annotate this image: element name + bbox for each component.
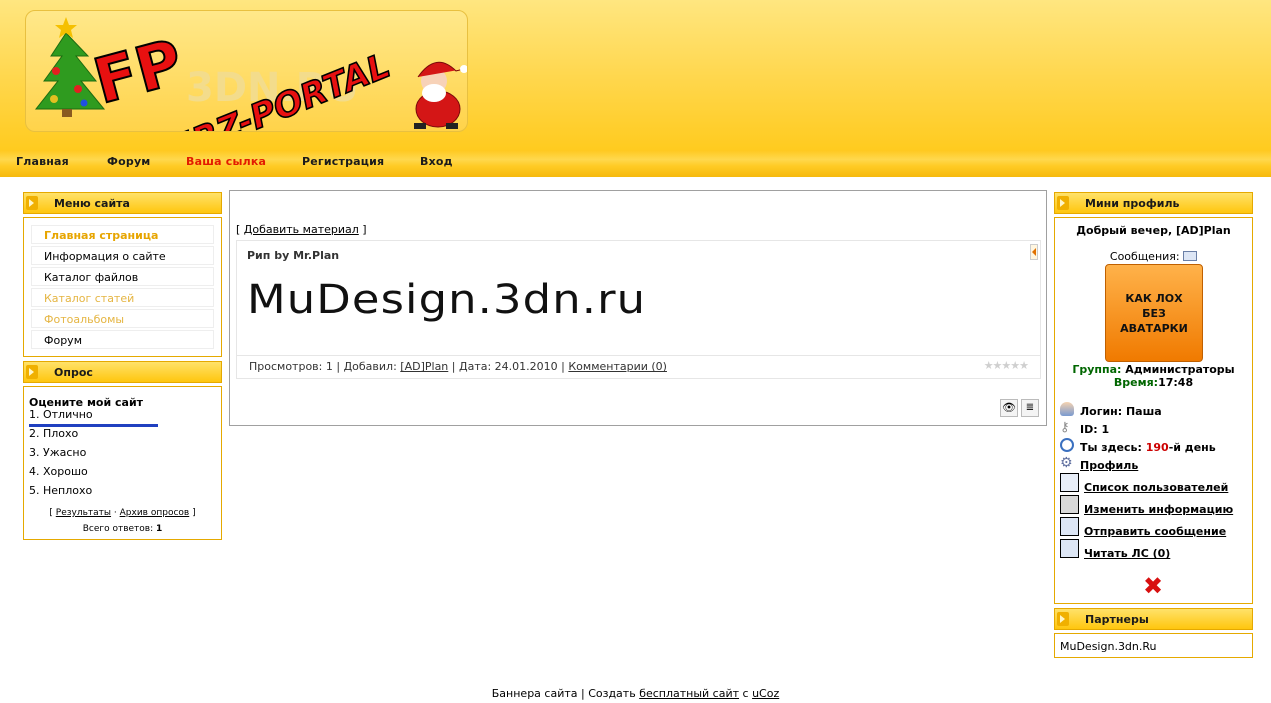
user-icon [1060, 402, 1074, 416]
users-list-link[interactable]: Список пользователей [1084, 481, 1228, 494]
poll-links: [ Результаты · Архив опросов ] [49, 508, 196, 518]
read-pm-link[interactable]: Читать ЛС (0) [1084, 547, 1170, 560]
nav-item-3[interactable]: Регистрация [302, 155, 384, 168]
poll-option: 3. Ужасно [29, 446, 87, 459]
footer: Баннера сайта | Создать бесплатный сайт … [491, 687, 780, 700]
profile-days: Ты здесь: 190-й день [1060, 438, 1216, 454]
entry-comments-link[interactable]: Комментарии (0) [568, 360, 667, 373]
avatar[interactable]: КАК ЛОХ БЕЗ АВАТАРКИ [1105, 264, 1203, 362]
edit-info-row[interactable]: Изменить информацию [1060, 495, 1233, 516]
site-menu-item[interactable]: Фотоальбомы [31, 309, 214, 328]
view-icon[interactable]: 👁 [1000, 399, 1018, 417]
logo-graphic: 3DN.RU FP FIRZ-PORTAL [34, 17, 467, 131]
send-message-link[interactable]: Отправить сообщение [1084, 525, 1226, 538]
gear-icon: ⚙ [1060, 455, 1073, 471]
poll-total: Всего ответов: 1 [82, 524, 163, 534]
nav-item-4[interactable]: Вход [420, 155, 453, 168]
edit-info-link[interactable]: Изменить информацию [1084, 503, 1233, 516]
profile-link[interactable]: Профиль [1080, 459, 1138, 472]
add-material: [ Добавить материал ] [236, 223, 367, 236]
entry-meta: Просмотров: 1 | Добавил: [AD]Plan | Дата… [249, 360, 667, 373]
add-material-link[interactable]: Добавить материал [244, 223, 359, 236]
main-nav: Главная Форум Ваша сылка Регистрация Вход [0, 150, 1271, 177]
logo-letters: FP [86, 25, 190, 118]
rating-stars[interactable]: ★★★★★ [984, 359, 1029, 372]
profile-time: Время:17:48 [1113, 376, 1194, 389]
entry-title: Рип by Mr.Plan [247, 249, 340, 262]
envelope-icon[interactable] [1183, 251, 1198, 261]
poll-body: Оцените мой сайт 1. Отлично 2. Плохо 3. Уж… [23, 386, 222, 540]
poll-title: Опрос [23, 361, 222, 383]
profile-group: Группа: Администраторы [1072, 363, 1235, 376]
mail-icon [1060, 517, 1079, 536]
partners-title: Партнеры [1054, 608, 1253, 630]
site-header: 3DN.RU FP FIRZ-PORTAL [0, 0, 1271, 150]
site-menu-title: Меню сайта [23, 192, 222, 214]
entry-author-link[interactable]: [AD]Plan [400, 360, 448, 373]
site-logo[interactable]: 3DN.RU FP FIRZ-PORTAL [25, 10, 468, 132]
site-menu-item[interactable]: Форум [31, 330, 214, 349]
partners-body: MuDesign.3dn.Ru [1054, 633, 1253, 658]
key-icon: ⚷ [1060, 420, 1070, 435]
profile-link-row[interactable]: ⚙ Профиль [1060, 455, 1138, 472]
site-menu-body: Главная страница Информация о сайте Катало… [23, 217, 222, 357]
document-icon [1060, 473, 1079, 492]
poll-result-bar [29, 424, 158, 427]
partner-link[interactable]: MuDesign.3dn.Ru [1060, 640, 1157, 653]
poll-archive-link[interactable]: Архив опросов [120, 508, 190, 518]
profile-id: ⚷ ID: 1 [1060, 420, 1110, 436]
read-pm-row[interactable]: Читать ЛС (0) [1060, 539, 1170, 560]
clock-icon [1060, 438, 1074, 452]
poll-option: 1. Отлично [29, 408, 93, 421]
site-menu-item[interactable]: Каталог файлов [31, 267, 214, 286]
nav-item-0[interactable]: Главная [16, 155, 69, 168]
nav-item-1[interactable]: Форум [107, 155, 151, 168]
santa-icon [414, 61, 467, 129]
mini-profile-title: Мини профиль [1054, 192, 1253, 214]
nav-item-2[interactable]: Ваша сылка [186, 155, 266, 168]
profile-messages[interactable]: Сообщения: [1055, 250, 1252, 263]
footer-free-site-link[interactable]: бесплатный сайт [639, 687, 739, 700]
footer-ucoz-link[interactable]: uCoz [752, 687, 779, 700]
site-menu-item[interactable]: Каталог статей [31, 288, 214, 307]
details-icon[interactable]: ≣ [1021, 399, 1039, 417]
inbox-icon [1060, 539, 1079, 558]
poll-option: 4. Хорошо [29, 465, 88, 478]
profile-login: Логин: Паша [1060, 402, 1162, 418]
users-list-row[interactable]: Список пользователей [1060, 473, 1228, 494]
profile-greeting: Добрый вечер, [AD]Plan [1076, 224, 1231, 237]
poll-option: 2. Плохо [29, 427, 79, 440]
poll-results-link[interactable]: Результаты [56, 508, 111, 518]
entry-edit-icon[interactable] [1030, 244, 1038, 260]
poll-option: 5. Неплохо [29, 484, 93, 497]
site-menu-item[interactable]: Главная страница [31, 225, 214, 244]
settings-icon [1060, 495, 1079, 514]
content-area: [ Добавить материал ] Рип by Mr.Plan MuD… [229, 190, 1047, 426]
send-message-row[interactable]: Отправить сообщение [1060, 517, 1226, 538]
site-menu-item[interactable]: Информация о сайте [31, 246, 214, 265]
logout-icon[interactable]: ✖ [1143, 574, 1163, 598]
entry-big-text: MuDesign.3dn.ru [247, 277, 647, 323]
entry-card: Рип by Mr.Plan MuDesign.3dn.ru Просмотро… [236, 240, 1041, 379]
